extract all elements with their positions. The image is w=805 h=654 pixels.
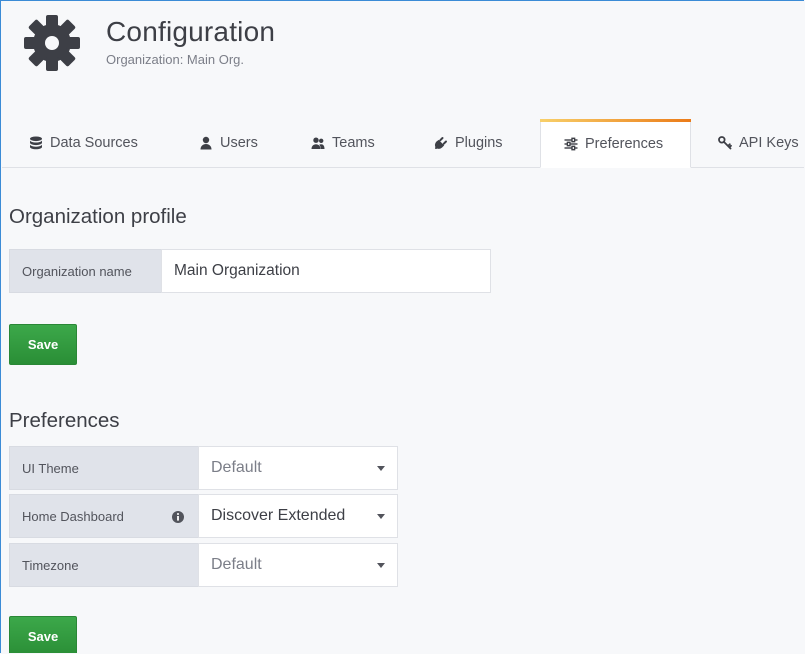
org-name-input[interactable]: Main Organization <box>161 249 491 293</box>
ui-theme-value: Default <box>211 459 262 476</box>
home-dashboard-value: Discover Extended <box>211 507 346 524</box>
tab-label: API Keys <box>739 135 799 151</box>
preferences-save-button[interactable]: Save <box>9 616 77 653</box>
chevron-down-icon <box>377 466 385 471</box>
tab-preferences[interactable]: Preferences <box>540 119 691 168</box>
database-icon <box>30 136 42 150</box>
ui-theme-label: UI Theme <box>9 446 198 490</box>
org-profile-heading: Organization profile <box>9 205 187 228</box>
info-icon[interactable] <box>171 510 185 524</box>
timezone-value: Default <box>211 556 262 573</box>
sliders-icon <box>564 137 578 150</box>
timezone-select[interactable]: Default <box>198 543 398 587</box>
tab-label: Users <box>220 135 258 151</box>
ui-theme-select[interactable]: Default <box>198 446 398 490</box>
tab-teams[interactable]: Teams <box>311 119 375 167</box>
home-dashboard-row: Home Dashboard Discover Extended <box>9 494 398 538</box>
home-dashboard-select[interactable]: Discover Extended <box>198 494 398 538</box>
home-dashboard-label: Home Dashboard <box>22 508 124 524</box>
tab-api-keys[interactable]: API Keys <box>718 119 799 167</box>
page-subtitle: Organization: Main Org. <box>106 52 245 67</box>
user-icon <box>200 136 212 150</box>
chevron-down-icon <box>377 514 385 519</box>
page-title: Configuration <box>106 16 276 47</box>
gear-icon <box>24 15 80 71</box>
chevron-down-icon <box>377 563 385 568</box>
timezone-label: Timezone <box>9 543 198 587</box>
tab-data-sources[interactable]: Data Sources <box>29 119 138 167</box>
org-name-label: Organization name <box>9 249 161 293</box>
tab-plugins[interactable]: Plugins <box>434 119 503 167</box>
tab-users[interactable]: Users <box>199 119 258 167</box>
tab-label: Plugins <box>455 135 503 151</box>
page-header: Configuration Organization: Main Org. <box>2 2 804 119</box>
timezone-row: Timezone Default <box>9 543 398 587</box>
home-dashboard-label-cell: Home Dashboard <box>9 494 198 538</box>
key-icon <box>718 136 732 150</box>
plug-icon <box>434 137 447 149</box>
tab-label: Preferences <box>585 135 664 152</box>
ui-theme-row: UI Theme Default <box>9 446 398 490</box>
tab-label: Data Sources <box>50 135 138 151</box>
preferences-heading: Preferences <box>9 409 120 432</box>
app-frame: Configuration Organization: Main Org. Da… <box>0 0 804 653</box>
org-name-row: Organization name Main Organization <box>9 249 491 293</box>
users-icon <box>311 137 325 149</box>
org-save-button[interactable]: Save <box>9 324 77 365</box>
tab-label: Teams <box>332 135 375 151</box>
tab-bar: Data Sources Users Teams Plugins Prefere… <box>2 119 804 168</box>
